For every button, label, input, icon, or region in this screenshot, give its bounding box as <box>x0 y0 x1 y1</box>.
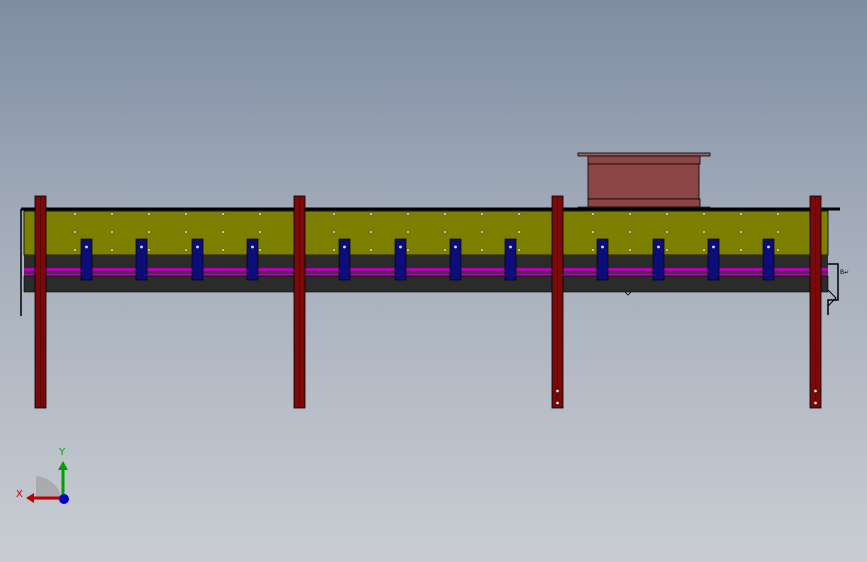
bolt-hole <box>702 248 706 252</box>
support-leg[interactable] <box>34 195 47 409</box>
bolt-hole <box>147 230 151 234</box>
bolt-hole <box>739 248 743 252</box>
bolt-hole <box>184 248 188 252</box>
bolt-hole <box>776 212 780 216</box>
bolt-hole <box>332 212 336 216</box>
conveyor-front-view: B↵ X Y <box>16 152 849 504</box>
bolt-hole <box>776 230 780 234</box>
bolt-hole <box>369 230 373 234</box>
bolt-hole <box>443 248 447 252</box>
y-axis-label: Y <box>58 447 66 458</box>
clamp-bolt <box>712 245 715 249</box>
housing-cap <box>587 155 701 165</box>
bolt-hole <box>591 212 595 216</box>
bolt-hole <box>147 248 151 252</box>
bolt-hole <box>147 212 151 216</box>
right-end-bracket <box>827 263 839 315</box>
support-leg[interactable] <box>551 195 564 409</box>
bolt-hole <box>665 230 669 234</box>
bolt-hole <box>221 212 225 216</box>
belt-clamp <box>135 238 148 281</box>
bolt-hole <box>110 248 114 252</box>
bolt-hole <box>517 248 521 252</box>
bolt-hole <box>110 230 114 234</box>
bolt-hole <box>258 212 262 216</box>
clamp-bolt <box>343 245 346 249</box>
clamp-bolt <box>657 245 660 249</box>
bolt-hole <box>628 212 632 216</box>
bolt-hole <box>221 230 225 234</box>
bolt-hole <box>369 212 373 216</box>
bolt-hole <box>73 230 77 234</box>
belt-clamp <box>246 238 259 281</box>
x-axis-label: X <box>16 489 23 500</box>
bolt-hole <box>221 248 225 252</box>
bolt-hole <box>406 248 410 252</box>
belt-clamp <box>191 238 204 281</box>
bolt-hole <box>184 212 188 216</box>
clamp-bolt <box>140 245 143 249</box>
clamp-bolt <box>85 245 88 249</box>
bolt-hole <box>443 230 447 234</box>
bolt-hole <box>480 212 484 216</box>
support-leg[interactable] <box>809 195 822 409</box>
bolt-hole <box>73 248 77 252</box>
bolt-hole <box>73 212 77 216</box>
bolt-hole <box>591 230 595 234</box>
drive-housing[interactable] <box>577 152 711 210</box>
belt-clamp <box>80 238 93 281</box>
bolt-hole <box>480 230 484 234</box>
bolt-hole <box>406 212 410 216</box>
bolt-hole <box>665 248 669 252</box>
belt-clamp <box>652 238 665 281</box>
bolt-hole <box>332 230 336 234</box>
axis-triad[interactable]: X Y <box>16 447 69 504</box>
clamp-bolt <box>767 245 770 249</box>
bolt-hole <box>369 248 373 252</box>
bolt-hole <box>406 230 410 234</box>
bolt-hole <box>110 212 114 216</box>
support-leg[interactable] <box>293 195 306 409</box>
z-axis-dot-icon <box>59 494 69 504</box>
bolt-hole <box>702 212 706 216</box>
clamp-bolt <box>454 245 457 249</box>
triad-quadrant <box>36 476 62 500</box>
belt-clamp <box>762 238 775 281</box>
bolt-hole <box>443 212 447 216</box>
cad-viewport[interactable]: B↵ X Y <box>0 0 867 562</box>
bolt-hole <box>739 212 743 216</box>
bolt-hole <box>258 230 262 234</box>
clamp-bolt <box>399 245 402 249</box>
belt-clamp <box>504 238 517 281</box>
bolt-hole <box>517 230 521 234</box>
clamp-bolt <box>196 245 199 249</box>
bolt-hole <box>332 248 336 252</box>
right-end-bevel <box>827 289 837 307</box>
bolt-hole <box>665 212 669 216</box>
bolt-hole <box>480 248 484 252</box>
belt-clamp <box>596 238 609 281</box>
clamp-bolt <box>601 245 604 249</box>
housing-body <box>587 163 700 200</box>
belt-clamp <box>394 238 407 281</box>
bolt-hole <box>776 248 780 252</box>
bolt-hole <box>628 248 632 252</box>
belt-clamp <box>338 238 351 281</box>
belt-clamp <box>707 238 720 281</box>
bolt-hole <box>591 248 595 252</box>
housing-base <box>587 198 701 208</box>
bolt-hole <box>517 212 521 216</box>
bolt-hole <box>184 230 188 234</box>
bolt-hole <box>739 230 743 234</box>
clamp-bolt <box>251 245 254 249</box>
housing-top-flange <box>577 152 711 157</box>
belt-clamp <box>449 238 462 281</box>
bolt-hole <box>702 230 706 234</box>
bolt-hole <box>628 230 632 234</box>
center-notch <box>624 291 632 296</box>
bolt-hole <box>258 248 262 252</box>
clamp-bolt <box>509 245 512 249</box>
end-marker: B↵ <box>840 269 849 276</box>
